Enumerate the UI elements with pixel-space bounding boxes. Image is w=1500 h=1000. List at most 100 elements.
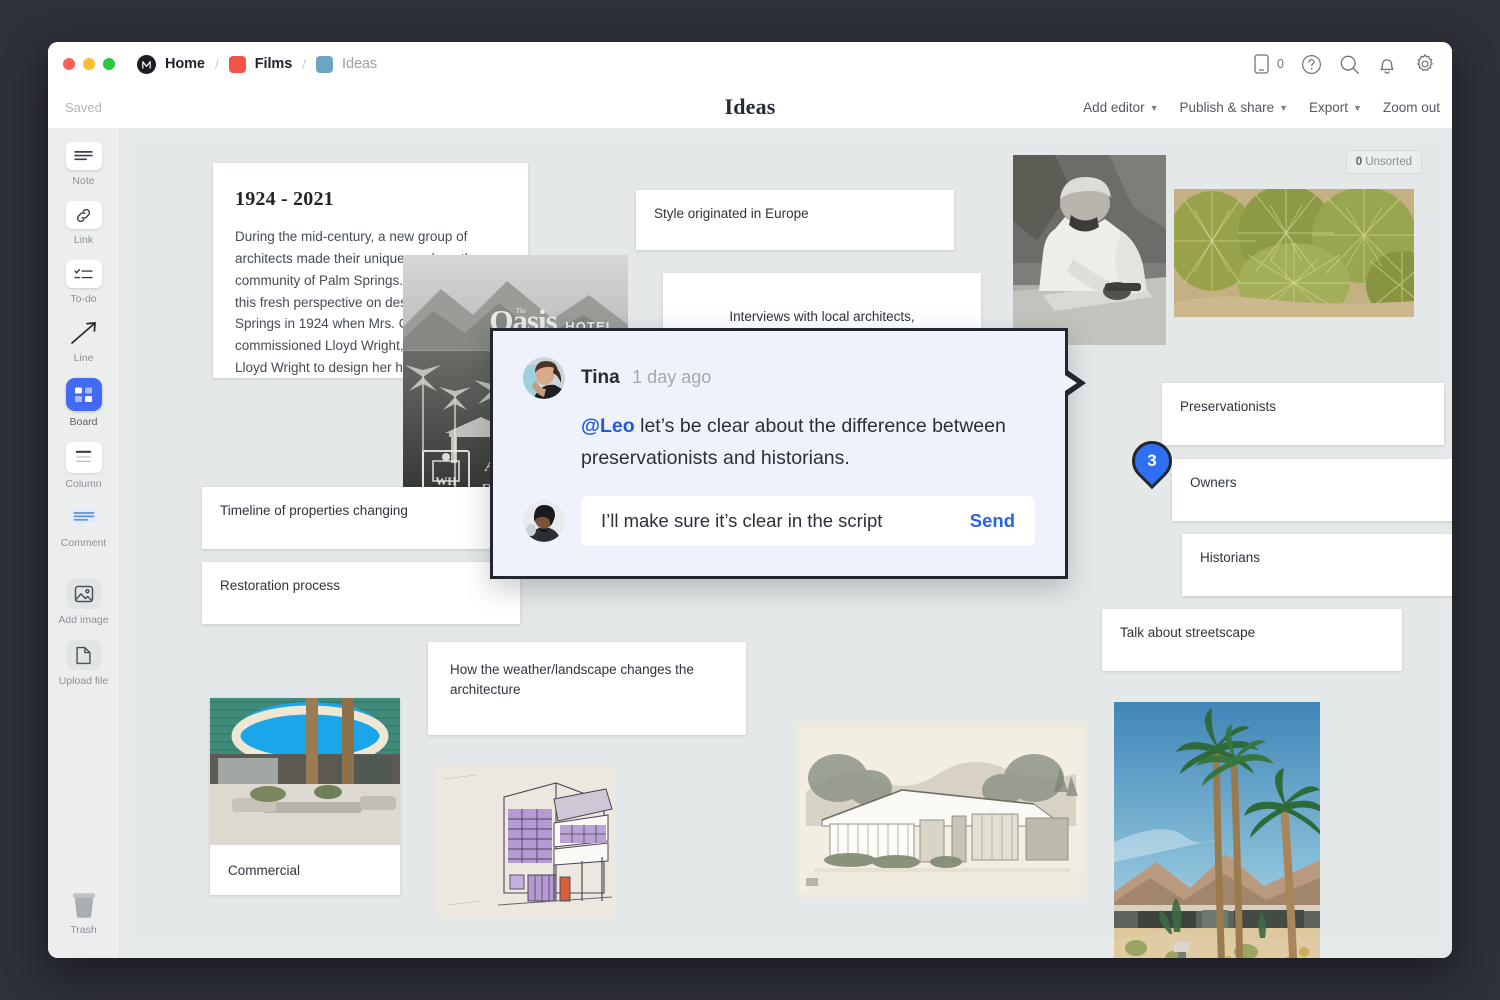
sidebar-item-board[interactable]: Board bbox=[54, 378, 114, 428]
svg-text:WH: WH bbox=[435, 474, 457, 488]
sidebar-item-todo-label: To-do bbox=[70, 293, 96, 305]
app-logo-icon bbox=[137, 55, 156, 74]
link-icon bbox=[66, 201, 102, 229]
titlebar-actions: 0 bbox=[1250, 53, 1436, 75]
image-commercial-building bbox=[210, 698, 400, 845]
help-icon[interactable] bbox=[1300, 53, 1322, 75]
page-title: Ideas bbox=[48, 94, 1452, 120]
sidebar-item-column-label: Column bbox=[65, 478, 101, 490]
add-image-icon bbox=[67, 579, 101, 609]
comment-body: @Leo let’s be clear about the difference… bbox=[493, 399, 1065, 496]
sidebar-item-trash[interactable]: Trash bbox=[54, 891, 114, 936]
card-text: Commercial bbox=[210, 845, 400, 897]
titlebar: Home / Films / Ideas 0 bbox=[48, 42, 1452, 86]
comment-reply-row: Send bbox=[493, 496, 1065, 576]
breadcrumb-separator-2: / bbox=[302, 56, 306, 72]
sidebar-item-note[interactable]: Note bbox=[54, 142, 114, 187]
sidebar-item-add-image-label: Add image bbox=[58, 614, 108, 626]
comment-popup[interactable]: Tina 1 day ago @Leo let’s be clear about… bbox=[490, 328, 1068, 579]
settings-gear-icon[interactable] bbox=[1414, 53, 1436, 75]
card-restoration[interactable]: Restoration process bbox=[202, 562, 520, 624]
breadcrumb-item-films[interactable]: Films bbox=[255, 56, 292, 72]
card-text: Owners bbox=[1172, 459, 1452, 507]
comment-message: let’s be clear about the difference betw… bbox=[581, 415, 1006, 469]
comment-mention[interactable]: @Leo bbox=[581, 415, 635, 437]
card-timeline-properties[interactable]: Timeline of properties changing bbox=[202, 487, 520, 549]
breadcrumb-item-ideas[interactable]: Ideas bbox=[342, 56, 377, 72]
sidebar-item-column[interactable]: Column bbox=[54, 442, 114, 490]
image-ranch-house-print[interactable] bbox=[796, 722, 1086, 898]
sidebar-item-board-label: Board bbox=[69, 416, 97, 428]
phone-icon bbox=[1250, 53, 1272, 75]
sidebar-item-line-label: Line bbox=[74, 352, 94, 364]
card-text: Historians bbox=[1182, 534, 1452, 582]
comment-icon bbox=[66, 504, 102, 532]
red-swatch-icon bbox=[229, 56, 246, 73]
board-icon bbox=[66, 378, 102, 411]
sidebar-item-todo[interactable]: To-do bbox=[54, 260, 114, 305]
search-icon[interactable] bbox=[1338, 53, 1360, 75]
comment-timestamp: 1 day ago bbox=[632, 367, 711, 387]
breadcrumb-item-home[interactable]: Home bbox=[165, 56, 205, 72]
close-window-button[interactable] bbox=[63, 58, 75, 70]
reply-input-wrapper[interactable]: Send bbox=[581, 496, 1035, 546]
upload-file-icon bbox=[67, 640, 101, 670]
sidebar-item-upload-file[interactable]: Upload file bbox=[54, 640, 114, 687]
chevron-down-icon: ▼ bbox=[1150, 103, 1159, 113]
unsorted-count: 0 bbox=[1356, 156, 1362, 168]
card-text: Talk about streetscape bbox=[1102, 609, 1402, 657]
sidebar-item-line[interactable]: Line bbox=[54, 319, 114, 364]
card-style-europe[interactable]: Style originated in Europe bbox=[636, 190, 954, 250]
card-text: Restoration process bbox=[202, 562, 520, 610]
todo-icon bbox=[66, 260, 102, 288]
card-text: Timeline of properties changing bbox=[202, 487, 520, 535]
card-title: 1924 - 2021 bbox=[213, 163, 528, 214]
phone-preview-button[interactable]: 0 bbox=[1250, 53, 1284, 75]
send-button[interactable]: Send bbox=[956, 510, 1015, 532]
card-text: How the weather/landscape changes the ar… bbox=[428, 642, 746, 717]
comment-pin-3[interactable]: 3 bbox=[1132, 441, 1174, 487]
unsorted-badge[interactable]: 0 Unsorted bbox=[1346, 150, 1422, 174]
card-commercial[interactable]: Commercial bbox=[210, 698, 400, 895]
sidebar-item-link[interactable]: Link bbox=[54, 201, 114, 246]
minimize-window-button[interactable] bbox=[83, 58, 95, 70]
avatar bbox=[523, 357, 565, 399]
avatar-current-user bbox=[523, 500, 565, 542]
image-palm-springs-house[interactable] bbox=[1114, 702, 1320, 958]
card-streetscape[interactable]: Talk about streetscape bbox=[1102, 609, 1402, 671]
sidebar-item-comment-label: Comment bbox=[61, 537, 107, 549]
card-weather[interactable]: How the weather/landscape changes the ar… bbox=[428, 642, 746, 735]
sidebar-item-note-label: Note bbox=[72, 175, 94, 187]
note-icon bbox=[66, 142, 102, 170]
sidebar-item-upload-file-label: Upload file bbox=[59, 675, 109, 687]
breadcrumb: Home / Films / Ideas bbox=[137, 55, 377, 74]
trash-icon bbox=[66, 891, 102, 919]
column-icon bbox=[66, 442, 102, 473]
sidebar-item-link-label: Link bbox=[74, 234, 93, 246]
comment-author: Tina bbox=[581, 367, 620, 388]
maximize-window-button[interactable] bbox=[103, 58, 115, 70]
sidebar-item-add-image[interactable]: Add image bbox=[54, 579, 114, 626]
breadcrumb-separator: / bbox=[215, 56, 219, 72]
card-historians[interactable]: Historians bbox=[1182, 534, 1452, 596]
app-window: Home / Films / Ideas 0 bbox=[48, 42, 1452, 958]
reply-input[interactable] bbox=[601, 510, 956, 532]
image-architect-portrait[interactable] bbox=[1013, 155, 1166, 345]
chevron-down-icon-2: ▼ bbox=[1279, 103, 1288, 113]
card-preservationists[interactable]: Preservationists bbox=[1162, 383, 1444, 445]
comment-header: Tina 1 day ago bbox=[493, 331, 1065, 399]
popup-arrow bbox=[1066, 369, 1086, 397]
sidebar-item-comment[interactable]: Comment bbox=[54, 504, 114, 549]
blue-swatch-icon bbox=[316, 56, 333, 73]
tool-sidebar: Note Link To-do bbox=[48, 128, 120, 958]
card-owners[interactable]: Owners bbox=[1172, 459, 1452, 521]
unsorted-label: Unsorted bbox=[1365, 156, 1412, 168]
notifications-bell-icon[interactable] bbox=[1376, 53, 1398, 75]
card-text: Preservationists bbox=[1162, 383, 1444, 431]
image-barrel-cactus[interactable] bbox=[1174, 189, 1414, 317]
window-controls[interactable] bbox=[63, 58, 115, 70]
board-canvas[interactable]: 0 Unsorted 1924 - 2021 During the mid-ce… bbox=[120, 128, 1452, 958]
image-architectural-rendering[interactable] bbox=[436, 765, 616, 917]
comment-pin-count: 3 bbox=[1132, 441, 1172, 481]
subheader: Saved Ideas Add editor ▼ Publish & share… bbox=[48, 86, 1452, 128]
